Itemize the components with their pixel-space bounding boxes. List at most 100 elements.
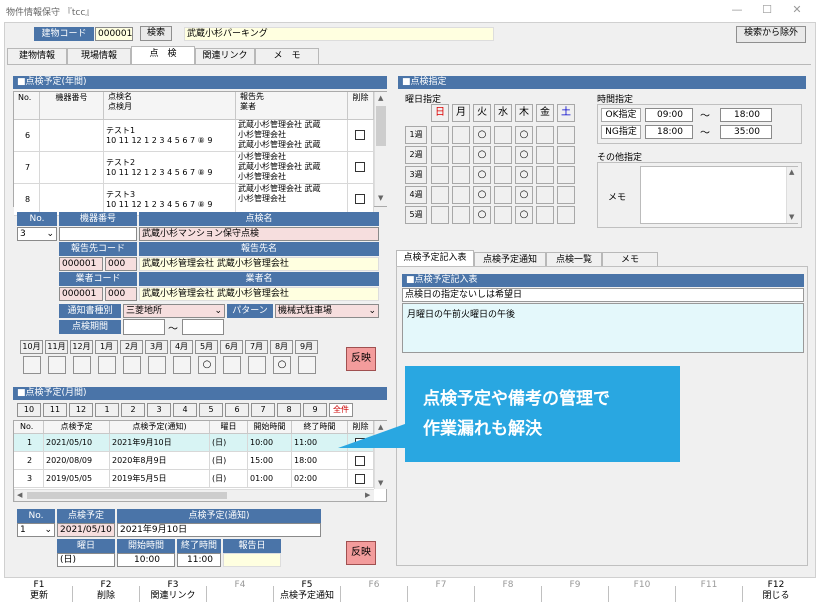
- tab-memo[interactable]: メ モ: [255, 48, 319, 64]
- fkey-f7[interactable]: F7: [408, 580, 474, 608]
- memo-textarea[interactable]: ▲ ▼: [640, 166, 798, 224]
- exclude-from-search-button[interactable]: 検索から除外: [736, 26, 806, 43]
- week-label[interactable]: 4週: [405, 186, 427, 204]
- month-toggle[interactable]: ○: [273, 356, 291, 374]
- subtab-list[interactable]: 点検一覧: [546, 252, 602, 266]
- mdetail-notice-field[interactable]: 2021年9月10日: [117, 523, 321, 537]
- period-to-field[interactable]: [182, 319, 224, 335]
- day-cell[interactable]: [431, 166, 449, 184]
- month-toggle[interactable]: [248, 356, 266, 374]
- tab-related-links[interactable]: 関連リンク: [195, 48, 255, 64]
- week-label[interactable]: 1週: [405, 126, 427, 144]
- day-cell[interactable]: ○: [473, 166, 491, 184]
- day-cell[interactable]: [494, 126, 512, 144]
- mdetail-no-select[interactable]: 1 ⌄: [17, 523, 55, 537]
- day-cell[interactable]: [452, 186, 470, 204]
- tab-building-info[interactable]: 建物情報: [7, 48, 67, 64]
- day-cell[interactable]: [431, 186, 449, 204]
- fkey-f9[interactable]: F9: [542, 580, 608, 608]
- fkey-f10[interactable]: F10: [609, 580, 675, 608]
- subtab-plan-form[interactable]: 点検予定記入表: [396, 250, 474, 266]
- tab-inspection[interactable]: 点 検: [131, 46, 195, 64]
- mdetail-plan-field[interactable]: 2021/05/10: [57, 523, 115, 537]
- day-cell[interactable]: ○: [515, 166, 533, 184]
- fkey-f1[interactable]: F1 更新: [6, 580, 72, 608]
- fkey-f2[interactable]: F2 削除: [73, 580, 139, 608]
- day-cell[interactable]: ○: [515, 126, 533, 144]
- day-cell[interactable]: [536, 186, 554, 204]
- fkey-f5[interactable]: F5 点検予定通知: [274, 580, 340, 608]
- day-cell[interactable]: [536, 126, 554, 144]
- fkey-f12[interactable]: F12 閉じる: [743, 580, 809, 608]
- day-cell[interactable]: [557, 146, 575, 164]
- week-label[interactable]: 2週: [405, 146, 427, 164]
- detail-no-select[interactable]: 3 ⌄: [17, 227, 57, 241]
- vendor-sub-field[interactable]: 000: [105, 287, 137, 301]
- month-filter-button[interactable]: 9: [303, 403, 327, 417]
- month-filter-button[interactable]: 11: [43, 403, 67, 417]
- apply-yearly-button[interactable]: 反映: [346, 347, 376, 371]
- subtab-memo[interactable]: メモ: [602, 252, 658, 266]
- month-filter-button[interactable]: 5: [199, 403, 223, 417]
- month-filter-button[interactable]: 4: [173, 403, 197, 417]
- detail-name-field[interactable]: 武蔵小杉マンション保守点検: [139, 227, 379, 241]
- minimize-button[interactable]: —: [722, 3, 752, 19]
- day-cell[interactable]: ○: [515, 146, 533, 164]
- day-cell[interactable]: [431, 126, 449, 144]
- day-cell[interactable]: [557, 166, 575, 184]
- day-header[interactable]: 金: [536, 104, 554, 122]
- day-cell[interactable]: [494, 186, 512, 204]
- maximize-button[interactable]: ☐: [752, 3, 782, 19]
- day-cell[interactable]: [452, 206, 470, 224]
- table-row[interactable]: 7 テスト2 10 11 12 1 2 3 4 5 6 7 ⑧ 9 小杉管理会社 武…: [14, 152, 374, 184]
- month-toggle[interactable]: [48, 356, 66, 374]
- month-filter-button[interactable]: 1: [95, 403, 119, 417]
- delete-checkbox[interactable]: [355, 162, 365, 172]
- delete-checkbox[interactable]: [355, 474, 365, 484]
- day-cell[interactable]: [557, 206, 575, 224]
- ok-from-field[interactable]: 09:00: [645, 108, 693, 122]
- day-header[interactable]: 水: [494, 104, 512, 122]
- day-cell[interactable]: [494, 146, 512, 164]
- memo-scrollbar[interactable]: ▲ ▼: [786, 167, 798, 223]
- building-search-button[interactable]: 検索: [140, 26, 172, 41]
- month-toggle[interactable]: [123, 356, 141, 374]
- day-cell[interactable]: [452, 126, 470, 144]
- fkey-f3[interactable]: F3 関連リンク: [140, 580, 206, 608]
- fkey-f6[interactable]: F6: [341, 580, 407, 608]
- day-cell[interactable]: [536, 146, 554, 164]
- mdetail-start-field[interactable]: 10:00: [117, 553, 175, 567]
- report-sub-field[interactable]: 000: [105, 257, 137, 271]
- month-toggle[interactable]: [23, 356, 41, 374]
- table-row[interactable]: 6 テスト1 10 11 12 1 2 3 4 5 6 7 ⑧ 9 武蔵小杉管理会社…: [14, 120, 374, 152]
- building-code-field[interactable]: 000001: [95, 27, 133, 41]
- day-cell[interactable]: [536, 166, 554, 184]
- day-cell[interactable]: [494, 166, 512, 184]
- day-cell[interactable]: [431, 206, 449, 224]
- day-cell[interactable]: ○: [473, 126, 491, 144]
- month-filter-button[interactable]: 12: [69, 403, 93, 417]
- week-label[interactable]: 3週: [405, 166, 427, 184]
- day-header[interactable]: 火: [473, 104, 491, 122]
- month-toggle[interactable]: [223, 356, 241, 374]
- subtab-plan-notice[interactable]: 点検予定通知: [474, 252, 546, 266]
- vendor-code-field[interactable]: 000001: [59, 287, 103, 301]
- monthly-hscroll[interactable]: ◀ ▶: [14, 489, 374, 501]
- day-cell[interactable]: ○: [473, 186, 491, 204]
- notice-type-select[interactable]: 三菱地所 ⌄: [123, 304, 225, 318]
- ok-to-field[interactable]: 18:00: [720, 108, 772, 122]
- fkey-f11[interactable]: F11: [676, 580, 742, 608]
- report-code-field[interactable]: 000001: [59, 257, 103, 271]
- month-toggle[interactable]: [73, 356, 91, 374]
- month-toggle[interactable]: [298, 356, 316, 374]
- day-cell[interactable]: [452, 146, 470, 164]
- close-button[interactable]: ✕: [782, 3, 812, 19]
- tab-site-info[interactable]: 現場情報: [67, 48, 131, 64]
- mdetail-end-field[interactable]: 11:00: [177, 553, 221, 567]
- fkey-f8[interactable]: F8: [475, 580, 541, 608]
- day-header[interactable]: 日: [431, 104, 449, 122]
- plan-form-textarea[interactable]: 月曜日の午前火曜日の午後: [402, 303, 804, 353]
- month-toggle[interactable]: [148, 356, 166, 374]
- day-cell[interactable]: ○: [515, 206, 533, 224]
- pattern-select[interactable]: 機械式駐車場 ⌄: [275, 304, 379, 318]
